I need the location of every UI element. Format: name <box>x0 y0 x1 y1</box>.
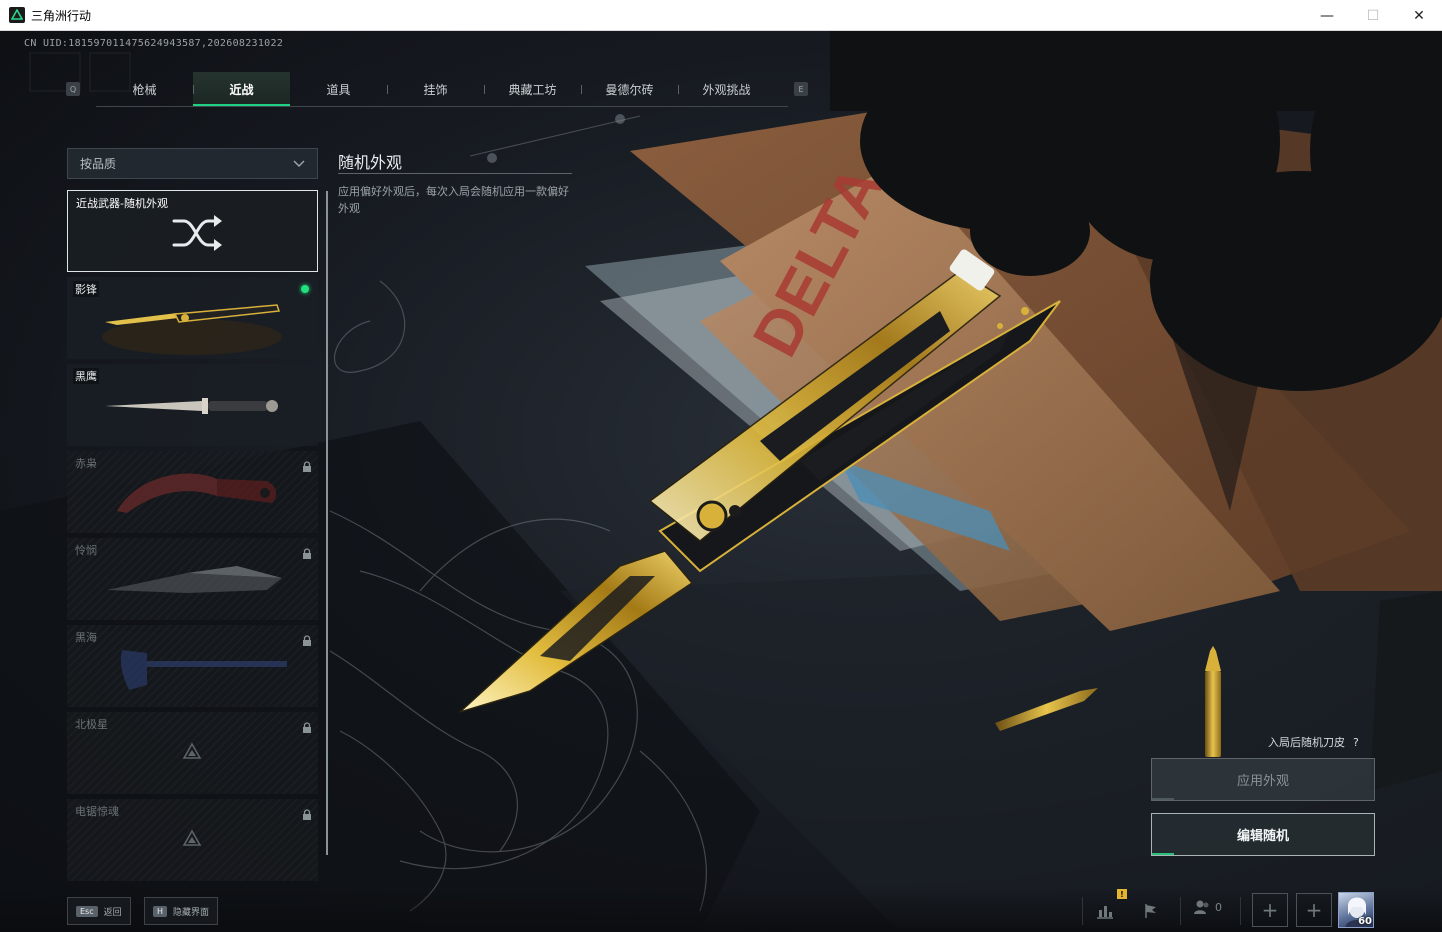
bar-separator <box>1180 897 1181 925</box>
random-skin-label-row: 入局后随机刀皮 ? <box>1268 734 1359 750</box>
quality-filter-dropdown[interactable]: 按品质 <box>67 148 318 179</box>
lock-icon <box>303 548 311 559</box>
stats-button[interactable] <box>1092 897 1118 925</box>
knife-thumbnail <box>105 398 278 414</box>
lock-icon <box>303 809 311 820</box>
back-label: 返回 <box>103 907 122 918</box>
melee-skin-card[interactable]: 北极星 <box>67 712 318 794</box>
card-label: 影锋 <box>73 281 99 297</box>
notification-badge: ! <box>1117 889 1127 899</box>
lock-icon <box>303 635 311 646</box>
flag-icon <box>1145 904 1156 918</box>
tab-guns[interactable]: 枪械 <box>96 72 193 106</box>
tab-items[interactable]: 道具 <box>290 72 387 106</box>
player-uid: CN UID:1815970114756249435​87,2026082310… <box>24 38 284 49</box>
bar-chart-icon <box>1097 906 1113 919</box>
quality-filter-label: 按品质 <box>80 157 117 171</box>
card-label: 怜悯 <box>75 544 97 557</box>
melee-skin-card[interactable]: 黑海 <box>67 625 318 707</box>
close-button[interactable]: ✕ <box>1396 0 1442 31</box>
knife-thumbnail <box>107 566 282 593</box>
button-accent <box>1152 853 1174 855</box>
back-button[interactable]: Esc 返回 <box>67 897 131 925</box>
h-key: H <box>153 905 168 917</box>
tabs-divider <box>96 106 788 107</box>
knife-thumbnail <box>102 304 282 355</box>
card-label: 电锯惊魂 <box>75 805 119 818</box>
equipped-indicator <box>301 285 309 293</box>
friends-icon <box>1194 900 1209 914</box>
tab-next-key[interactable]: E <box>794 82 808 96</box>
lock-icon <box>303 722 311 733</box>
lock-icon <box>303 461 311 472</box>
button-accent <box>1152 798 1174 800</box>
edit-random-button[interactable]: 编辑随机 <box>1151 813 1375 856</box>
random-appearance-card[interactable]: 近战武器-随机外观 <box>67 190 318 272</box>
knife-thumbnail <box>120 650 287 690</box>
tab-collection-workshop[interactable]: 典藏工坊 <box>484 72 581 106</box>
shuffle-icon <box>172 215 222 251</box>
missions-button[interactable] <box>1138 897 1164 925</box>
hide-ui-label: 隐藏界面 <box>173 907 210 918</box>
tab-charms[interactable]: 挂饰 <box>387 72 484 106</box>
random-skin-label: 入局后随机刀皮 <box>1268 736 1345 749</box>
bar-separator <box>1240 897 1241 925</box>
game-scene: DELTA <box>0 31 1442 932</box>
edit-random-label: 编辑随机 <box>1236 829 1289 844</box>
selection-title: 随机外观 <box>338 153 403 172</box>
melee-skin-card[interactable]: 电锯惊魂 <box>67 799 318 881</box>
friends-count: 0 <box>1215 900 1222 914</box>
app-logo-icon <box>9 7 25 23</box>
card-label: 黑海 <box>75 631 97 644</box>
melee-skin-card[interactable]: 怜悯 <box>67 538 318 620</box>
list-scrollbar[interactable] <box>326 191 328 855</box>
melee-skin-card[interactable]: 赤枭 <box>67 451 318 533</box>
card-label: 赤枭 <box>75 457 97 470</box>
window-titlebar: 三角洲行动 — ☐ ✕ <box>0 0 1442 31</box>
card-label: 北极星 <box>75 718 108 731</box>
minimize-icon: — <box>1320 7 1334 24</box>
window-title: 三角洲行动 <box>31 8 92 23</box>
player-avatar[interactable]: 60 <box>1338 892 1374 928</box>
tab-appearance-challenge[interactable]: 外观挑战 <box>678 72 775 106</box>
title-divider <box>338 173 572 174</box>
esc-key: Esc <box>76 905 98 917</box>
hide-ui-button[interactable]: H 隐藏界面 <box>144 897 219 925</box>
friends-button[interactable]: 0 <box>1193 899 1222 915</box>
maximize-button[interactable]: ☐ <box>1350 0 1396 31</box>
apply-appearance-button[interactable]: 应用外观 <box>1151 758 1375 801</box>
tab-prev-key[interactable]: Q <box>66 82 80 96</box>
invite-slot-button[interactable]: + <box>1296 893 1332 927</box>
knife-thumbnail <box>117 473 277 513</box>
melee-skin-card[interactable]: 影锋 <box>67 277 318 359</box>
player-level: 60 <box>1358 916 1372 927</box>
melee-skin-card[interactable]: 黑鹰 <box>67 364 318 446</box>
tab-mandel-brick[interactable]: 曼德尔砖 <box>581 72 678 106</box>
tab-melee[interactable]: 近战 <box>193 72 290 106</box>
category-tabs: 枪械 近战 道具 挂饰 典藏工坊 曼德尔砖 外观挑战 <box>96 72 775 106</box>
help-icon[interactable]: ? <box>1353 736 1359 749</box>
minimize-button[interactable]: — <box>1304 0 1350 31</box>
close-icon: ✕ <box>1413 7 1425 24</box>
maximize-icon: ☐ <box>1366 7 1380 24</box>
chevron-down-icon <box>293 160 305 168</box>
apply-appearance-label: 应用外观 <box>1236 774 1289 789</box>
selection-description: 应用偏好外观后，每次入局会随机应用一款偏好外观 <box>338 185 569 215</box>
card-label: 黑鹰 <box>73 368 99 384</box>
invite-slot-button[interactable]: + <box>1252 893 1288 927</box>
bar-separator <box>1082 897 1083 925</box>
